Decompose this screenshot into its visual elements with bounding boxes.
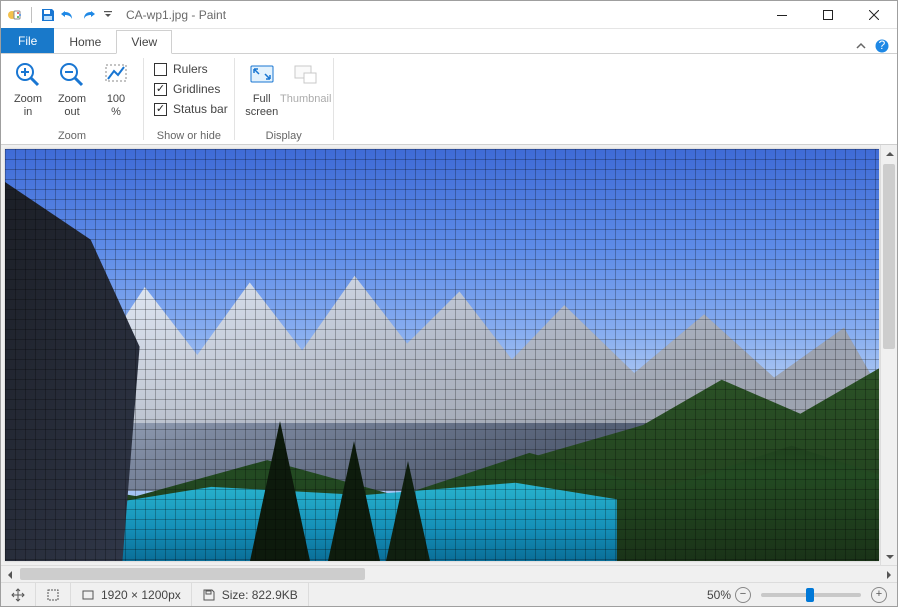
statusbar: 1920 × 1200px Size: 822.9KB 50% − + [1, 582, 897, 606]
app-icon [7, 7, 23, 23]
zoom-percent-value: 50% [707, 588, 731, 602]
canvas-area[interactable] [1, 145, 897, 565]
thumbnail-icon [290, 59, 322, 91]
image-dimensions-cell: 1920 × 1200px [71, 583, 191, 606]
workspace [1, 145, 897, 582]
zoom-out-icon [56, 59, 88, 91]
vscroll-thumb[interactable] [883, 164, 895, 349]
cursor-position-cell [1, 583, 35, 606]
thumbnail-button: Thumbnail [285, 57, 327, 108]
save-icon[interactable] [40, 7, 56, 23]
dimensions-value: 1920 × 1200px [101, 588, 181, 602]
group-label-display: Display [266, 130, 302, 142]
statusbar-checkbox[interactable]: Status bar [150, 99, 228, 119]
collapse-ribbon-icon[interactable] [855, 40, 867, 52]
vscroll-track[interactable] [881, 162, 897, 548]
titlebar: CA-wp1.jpg - Paint [1, 1, 897, 29]
ribbon-tabs: File Home View ? [1, 29, 897, 53]
minimize-button[interactable] [759, 1, 805, 29]
vertical-scrollbar[interactable] [880, 145, 897, 565]
group-label-show: Show or hide [150, 130, 228, 142]
scroll-right-icon[interactable] [880, 566, 897, 583]
close-button[interactable] [851, 1, 897, 29]
zoom-slider-thumb[interactable] [806, 588, 814, 602]
zoom-100-button[interactable]: 100 % [95, 57, 137, 121]
gridlines-checkbox[interactable]: Gridlines [150, 79, 228, 99]
full-screen-icon [246, 59, 278, 91]
zoom-in-icon [12, 59, 44, 91]
tab-home[interactable]: Home [54, 30, 116, 53]
canvas[interactable] [5, 149, 879, 561]
disk-icon [202, 588, 216, 602]
group-label-zoom: Zoom [58, 130, 86, 142]
zoom-in-status-button[interactable]: + [871, 587, 887, 603]
qat-customize-icon[interactable] [100, 7, 116, 23]
rulers-checkbox[interactable]: Rulers [150, 59, 228, 79]
svg-text:?: ? [879, 39, 886, 52]
scroll-left-icon[interactable] [1, 566, 18, 583]
hscroll-thumb[interactable] [20, 568, 365, 580]
zoom-out-button[interactable]: Zoom out [51, 57, 93, 121]
help-icon[interactable]: ? [875, 39, 889, 53]
tab-view[interactable]: View [116, 30, 172, 54]
selection-icon [46, 588, 60, 602]
file-size-value: Size: 822.9KB [222, 588, 298, 602]
zoom-slider[interactable] [761, 593, 861, 597]
maximize-button[interactable] [805, 1, 851, 29]
group-display: Full screen Thumbnail Display [235, 54, 333, 144]
qat-separator [31, 7, 32, 23]
group-zoom: Zoom in Zoom out 100 % Zoom [1, 54, 143, 144]
group-show-hide: Rulers Gridlines Status bar Show or hide [144, 54, 234, 144]
zoom-out-status-button[interactable]: − [735, 587, 751, 603]
cursor-pos-icon [11, 588, 25, 602]
scroll-down-icon[interactable] [881, 548, 897, 565]
scroll-up-icon[interactable] [881, 145, 897, 162]
window-title: CA-wp1.jpg - Paint [126, 8, 226, 22]
dimensions-icon [81, 588, 95, 602]
checkbox-checked-icon [154, 103, 167, 116]
file-size-cell: Size: 822.9KB [192, 583, 308, 606]
hscroll-track[interactable] [18, 566, 880, 582]
undo-icon[interactable] [60, 7, 76, 23]
full-screen-button[interactable]: Full screen [241, 57, 283, 121]
checkbox-icon [154, 63, 167, 76]
zoom-in-button[interactable]: Zoom in [7, 57, 49, 121]
horizontal-scrollbar[interactable] [1, 565, 897, 582]
image-content [5, 149, 879, 561]
paint-window: CA-wp1.jpg - Paint File Home View ? [0, 0, 898, 607]
ribbon: Zoom in Zoom out 100 % Zoom [1, 53, 897, 145]
selection-size-cell [36, 583, 70, 606]
checkbox-checked-icon [154, 83, 167, 96]
tab-file[interactable]: File [1, 28, 54, 53]
redo-icon[interactable] [80, 7, 96, 23]
zoom-100-icon [100, 59, 132, 91]
